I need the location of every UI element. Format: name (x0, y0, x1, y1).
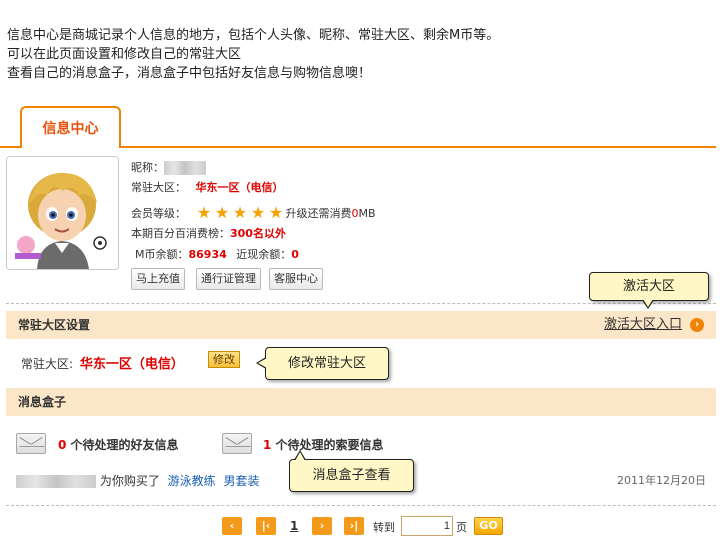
tab-info-center[interactable]: 信息中心 (20, 106, 121, 148)
callout-pointer-fill (258, 358, 267, 368)
region-section-header: 常驻大区设置 激活大区入口 › (6, 311, 716, 339)
intro-text: 信息中心是商城记录个人信息的地方，包括个人头像、昵称、常驻大区、剩余M币等。 可… (7, 26, 499, 83)
region-section-title: 常驻大区设置 (18, 318, 91, 332)
envelope-icon[interactable] (222, 433, 252, 454)
callout-messages: 消息盒子查看 (289, 450, 414, 492)
request-message-text: 个待处理的索要信息 (275, 438, 384, 452)
divider (6, 505, 716, 506)
mcoin-value: 86934 (188, 248, 227, 261)
rank-row: 本期百分百消费榜：300名以外 (131, 226, 286, 242)
activate-region-link[interactable]: 激活大区入口 (604, 311, 682, 339)
callout-modify: 修改常驻大区 (256, 347, 389, 380)
avatar (6, 156, 119, 270)
tab-bar: 信息中心 (0, 106, 716, 148)
page-unit-label: 页 (456, 521, 467, 534)
upgrade-text: 升级还需消费 (285, 207, 352, 220)
current-page-number[interactable]: 1 (290, 519, 298, 533)
item-link-2[interactable]: 男套装 (224, 474, 260, 488)
member-level-label: 会员等级： (131, 207, 186, 220)
upgrade-amount: 0 (351, 207, 359, 220)
callout-messages-text: 消息盒子查看 (312, 468, 391, 483)
first-page-icon[interactable]: |‹ (256, 517, 276, 535)
region-label: 常驻大区： (131, 181, 186, 194)
callout-pointer-fill (295, 452, 305, 461)
current-region-label: 常驻大区: (21, 357, 74, 371)
last-page-icon[interactable]: ›| (344, 517, 364, 535)
tab-underline-cover (22, 146, 119, 149)
modify-region-button[interactable]: 修改 (208, 351, 240, 368)
star-icon: ★ (250, 203, 266, 222)
rank-label: 本期百分百消费榜： (131, 227, 230, 240)
message-section-header: 消息盒子 (6, 388, 716, 416)
star-icon: ★ (196, 203, 212, 222)
message-section-title: 消息盒子 (18, 395, 67, 409)
purchase-text: 为你购买了 (99, 474, 160, 488)
balance-row: M币余额：86934 近现余额：0 (135, 247, 299, 263)
request-message-count: 1 (263, 438, 272, 452)
envelope-icon[interactable] (16, 433, 46, 454)
friend-messages[interactable]: 0 个待处理的好友信息 (58, 436, 179, 453)
customer-service-button[interactable]: 客服中心 (269, 268, 323, 290)
sender-blurred-name (16, 475, 96, 488)
purchase-row: 为你购买了 游泳教练 男套装 (16, 472, 260, 489)
callout-activate-text: 激活大区 (622, 279, 675, 294)
member-level-row: 会员等级： ★ ★ ★ ★ ★ 升级还需消费0MB (131, 205, 376, 223)
pass-manage-button[interactable]: 通行证管理 (196, 268, 261, 290)
upgrade-unit: MB (358, 207, 376, 220)
callout-pointer-fill (643, 299, 653, 307)
prev-page-icon[interactable]: ‹ (222, 517, 242, 535)
next-page-icon[interactable]: › (312, 517, 332, 535)
nickname-label: 昵称： (131, 161, 164, 174)
jump-label: 转到 (373, 521, 395, 534)
region-value: 华东一区（电信） (195, 181, 284, 194)
item-link-1[interactable]: 游泳教练 (168, 474, 216, 488)
recent-balance-value: 0 (291, 248, 299, 261)
star-icon: ★ (232, 203, 248, 222)
current-region-value: 华东一区（电信） (79, 357, 184, 372)
intro-line-3: 查看自己的消息盒子，消息盒子中包括好友信息与购物信息噢！ (7, 66, 372, 81)
nickname-row: 昵称： (131, 160, 206, 176)
callout-modify-text: 修改常驻大区 (287, 356, 366, 371)
arrow-right-icon[interactable]: › (690, 318, 704, 332)
star-icon: ★ (214, 203, 230, 222)
friend-message-text: 个待处理的好友信息 (70, 438, 179, 452)
friend-message-count: 0 (58, 438, 67, 452)
recent-balance-label: 近现余额： (236, 248, 292, 261)
jump-page-input[interactable] (401, 516, 453, 536)
avatar-image (7, 157, 118, 269)
region-row: 常驻大区： 华东一区（电信） (131, 180, 284, 196)
recharge-button[interactable]: 马上充值 (131, 268, 185, 290)
intro-line-1: 信息中心是商城记录个人信息的地方，包括个人头像、昵称、常驻大区、剩余M币等。 (7, 28, 500, 43)
nickname-blurred-value (164, 161, 206, 175)
mcoin-label: M币余额： (135, 248, 189, 261)
member-stars: ★ ★ ★ ★ ★ (196, 205, 286, 223)
intro-line-2: 可以在此页面设置和修改自己的常驻大区 (7, 47, 242, 62)
go-button[interactable]: GO (474, 517, 503, 535)
rank-value: 300名以外 (230, 227, 286, 240)
divider (6, 303, 716, 304)
message-date: 2011年12月20日 (617, 474, 706, 487)
request-messages[interactable]: 1 个待处理的索要信息 (263, 436, 384, 453)
current-region-row: 常驻大区: 华东一区（电信） (21, 353, 184, 372)
callout-activate: 激活大区 (589, 272, 709, 309)
star-icon: ★ (268, 203, 284, 222)
